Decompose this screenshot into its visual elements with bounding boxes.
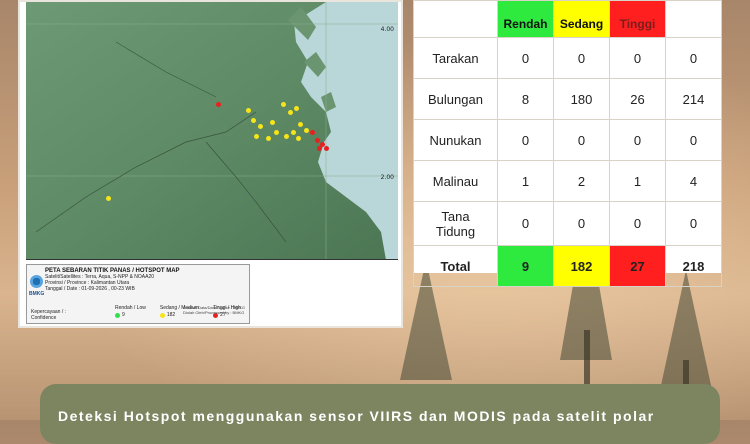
- hotspot-dot-low: [106, 196, 111, 201]
- table-row: Tarakan 0 0 0 0: [413, 37, 722, 79]
- cell-region: Tarakan: [413, 37, 498, 79]
- hotspot-dot-medium: [296, 136, 301, 141]
- hotspot-table: Rendah Sedang Tinggi Tarakan 0 0 0 0 Bul…: [413, 0, 722, 287]
- hotspot-dot-high: [216, 102, 221, 107]
- hotspot-dot-high: [315, 138, 320, 143]
- medium-dot-icon: [159, 312, 165, 318]
- table-total-row: Total 9 182 27 218: [413, 245, 722, 287]
- hotspot-dot-medium: [281, 102, 286, 107]
- table-row: Tana Tidung 0 0 0 0: [413, 201, 722, 246]
- terrain-map: [26, 2, 398, 260]
- cell-total: 0: [665, 201, 722, 246]
- cell-rendah: 0: [497, 201, 554, 246]
- hotspot-dot-medium: [294, 106, 299, 111]
- caption-text: Deteksi Hotspot menggunakan sensor VIIRS…: [58, 408, 655, 424]
- cell-rendah: 1: [497, 160, 554, 202]
- total-all: 218: [665, 245, 722, 287]
- map-bottom-axis: [26, 259, 398, 260]
- cell-region: Nunukan: [413, 119, 498, 161]
- cell-total: 214: [665, 78, 722, 120]
- cell-sedang: 2: [553, 160, 610, 202]
- cell-region: Malinau: [413, 160, 498, 202]
- legend-confidence-label: Kepercayaan / : Confidence: [31, 309, 67, 321]
- table-row: Bulungan 8 180 26 214: [413, 78, 722, 120]
- hotspot-dot-high: [310, 130, 315, 135]
- cell-sedang: 0: [553, 37, 610, 79]
- hotspot-dot-high: [317, 146, 322, 151]
- hotspot-dot-medium: [258, 124, 263, 129]
- cell-tinggi: 26: [609, 78, 666, 120]
- hotspot-dot-medium: [270, 120, 275, 125]
- cell-sedang: 180: [553, 78, 610, 120]
- hotspot-map-card: 4.00 2.00 BMKG PETA SEBARAN TITIK PANAS …: [18, 0, 403, 328]
- header-tinggi: Tinggi: [609, 0, 666, 38]
- hotspot-dot-medium: [288, 110, 293, 115]
- hotspot-dot-medium: [304, 128, 309, 133]
- cell-region: Bulungan: [413, 78, 498, 120]
- header-region: [413, 0, 498, 38]
- cell-sedang: 0: [553, 201, 610, 246]
- table-row: Nunukan 0 0 0 0: [413, 119, 722, 161]
- cell-sedang: 0: [553, 119, 610, 161]
- low-dot-icon: [115, 312, 120, 318]
- header-total: [665, 0, 722, 38]
- latitude-label-mid: 2.00: [380, 174, 394, 181]
- cell-total: 4: [665, 160, 722, 202]
- hotspot-dot-medium: [298, 122, 303, 127]
- cell-total: 0: [665, 37, 722, 79]
- cell-tinggi: 0: [609, 37, 666, 79]
- total-label: Total: [413, 245, 498, 287]
- total-rendah: 9: [497, 245, 554, 287]
- caption-banner: Deteksi Hotspot menggunakan sensor VIIRS…: [40, 384, 720, 444]
- hotspot-dot-medium: [251, 118, 256, 123]
- legend-notes: Sumber Data/Data Source : BMKG Diolah Ol…: [182, 305, 245, 315]
- hotspot-dot-medium: [274, 130, 279, 135]
- hotspot-table-card: Rendah Sedang Tinggi Tarakan 0 0 0 0 Bul…: [413, 0, 722, 287]
- legend-date: Tanggal / Date : 01-09-2026 , 00-23 WIB: [45, 286, 135, 292]
- table-row: Malinau 1 2 1 4: [413, 160, 722, 202]
- cell-tinggi: 0: [609, 201, 666, 246]
- cell-tinggi: 1: [609, 160, 666, 202]
- hotspot-dot-medium: [254, 134, 259, 139]
- bmkg-logo-text: BMKG: [29, 291, 45, 297]
- cell-tinggi: 0: [609, 119, 666, 161]
- latitude-label-top: 4.00: [380, 26, 394, 33]
- table-header-row: Rendah Sedang Tinggi: [413, 0, 722, 38]
- hotspot-dot-medium: [284, 134, 289, 139]
- total-sedang: 182: [553, 245, 610, 287]
- legend-item-low: Rendah / Low 9: [115, 305, 146, 318]
- map-legend: BMKG PETA SEBARAN TITIK PANAS / HOTSPOT …: [26, 264, 250, 324]
- hotspot-dot-high: [324, 146, 329, 151]
- bmkg-logo-icon: [30, 275, 43, 288]
- header-rendah: Rendah: [497, 0, 554, 38]
- cell-rendah: 0: [497, 119, 554, 161]
- hotspot-map: 4.00 2.00: [26, 2, 398, 260]
- total-tinggi: 27: [609, 245, 666, 287]
- hotspot-dot-medium: [291, 130, 296, 135]
- cell-rendah: 0: [497, 37, 554, 79]
- cell-region: Tana Tidung: [413, 201, 498, 246]
- cell-rendah: 8: [497, 78, 554, 120]
- cell-total: 0: [665, 119, 722, 161]
- hotspot-dot-medium: [266, 136, 271, 141]
- hotspot-dot-medium: [246, 108, 251, 113]
- header-sedang: Sedang: [553, 0, 610, 38]
